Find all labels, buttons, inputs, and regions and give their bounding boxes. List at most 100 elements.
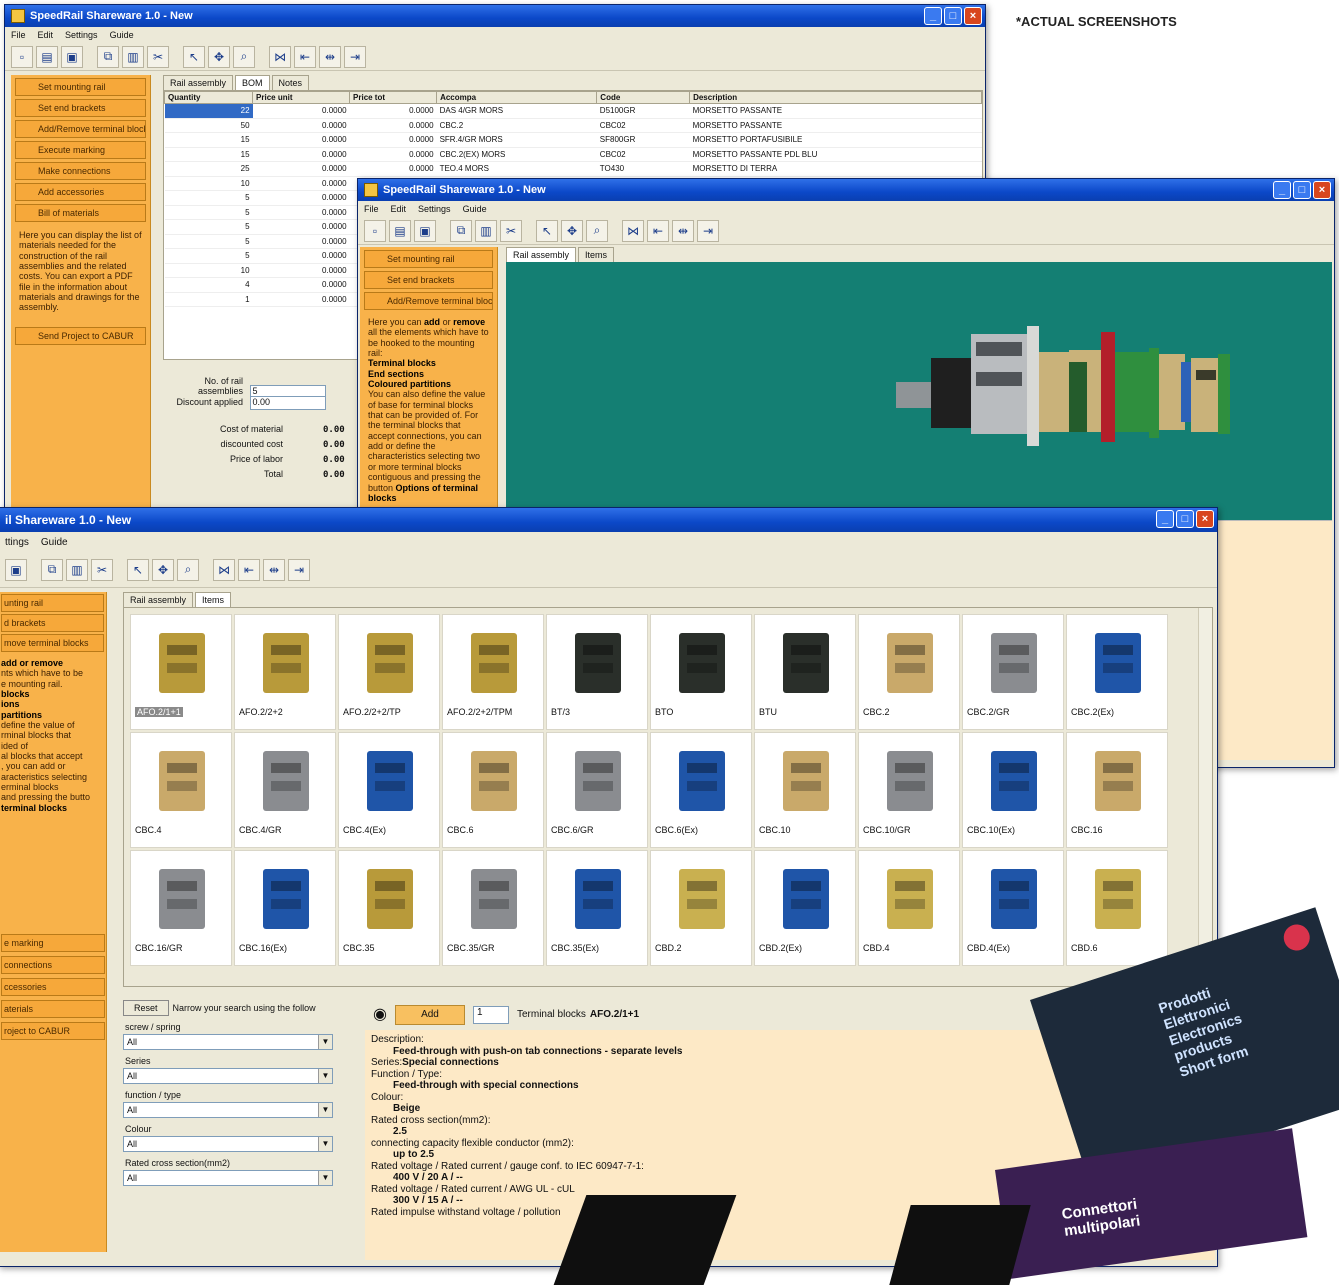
column-header[interactable]: Accompa <box>436 91 598 104</box>
close-button[interactable]: × <box>964 7 982 25</box>
sidebar-item[interactable]: unting rail <box>1 594 104 612</box>
discount-input[interactable]: 0.00 <box>249 396 326 410</box>
filter-select[interactable]: All ▼ <box>123 1102 333 1118</box>
maximize-button[interactable]: □ <box>1293 181 1311 199</box>
chevron-down-icon[interactable]: ▼ <box>318 1035 332 1049</box>
item-tile[interactable]: CBC.35 <box>338 850 440 966</box>
new-file-icon[interactable]: ▫ <box>11 45 33 68</box>
tab[interactable]: BOM <box>235 75 270 90</box>
close-button[interactable]: × <box>1313 181 1331 199</box>
item-tile[interactable]: CBC.6/GR <box>546 732 648 848</box>
sidebar-item[interactable]: ccessories <box>1 978 105 996</box>
tab[interactable]: Rail assembly <box>506 247 577 262</box>
item-tile[interactable]: CBC.4/GR <box>234 732 336 848</box>
item-tile[interactable]: CBC.10 <box>754 732 856 848</box>
paste-icon[interactable]: ▥ <box>122 45 144 68</box>
tab[interactable]: Notes <box>271 75 310 90</box>
item-tile[interactable]: BTO <box>650 614 752 730</box>
sidebar-item[interactable]: Set mounting rail <box>364 250 493 268</box>
copy-icon[interactable]: ⧉ <box>41 558 63 581</box>
pointer-icon[interactable]: ↖ <box>536 219 558 242</box>
cut-icon[interactable]: ✂ <box>147 45 169 68</box>
move-icon[interactable]: ✥ <box>152 558 174 581</box>
item-tile[interactable]: CBD.4(Ex) <box>962 850 1064 966</box>
chevron-down-icon[interactable]: ▼ <box>318 1069 332 1083</box>
menu-item[interactable]: Guide <box>41 537 68 548</box>
column-header[interactable]: Price unit <box>252 91 351 104</box>
open-file-icon[interactable]: ▤ <box>36 45 58 68</box>
table-row[interactable]: 22 0.0000 0.0000 DAS 4/GR MORS D5100GR MORSET… <box>164 103 982 119</box>
item-tile[interactable]: CBC.35(Ex) <box>546 850 648 966</box>
sidebar-item[interactable]: d brackets <box>1 614 104 632</box>
save-icon[interactable]: ▣ <box>61 45 83 68</box>
maximize-button[interactable]: □ <box>944 7 962 25</box>
chevron-down-icon[interactable]: ▼ <box>318 1171 332 1185</box>
maximize-button[interactable]: □ <box>1176 510 1194 528</box>
chevron-down-icon[interactable]: ▼ <box>318 1103 332 1117</box>
rail-center-icon[interactable]: ⇹ <box>319 45 341 68</box>
reset-button[interactable]: Reset <box>123 1000 169 1016</box>
rail-fit-icon[interactable]: ⋈ <box>622 219 644 242</box>
rail-left-icon[interactable]: ⇤ <box>647 219 669 242</box>
table-row[interactable]: 25 0.0000 0.0000 TEO.4 MORS TO430 MORSETTO DI… <box>164 161 982 177</box>
menu-item[interactable]: File <box>11 30 26 40</box>
item-tile[interactable]: CBC.16/GR <box>130 850 232 966</box>
copy-icon[interactable]: ⧉ <box>450 219 472 242</box>
save-icon[interactable]: ▣ <box>414 219 436 242</box>
rail-center-icon[interactable]: ⇹ <box>672 219 694 242</box>
pointer-icon[interactable]: ↖ <box>127 558 149 581</box>
filter-select[interactable]: All ▼ <box>123 1170 333 1186</box>
minimize-button[interactable]: _ <box>1156 510 1174 528</box>
filter-select[interactable]: All ▼ <box>123 1136 333 1152</box>
item-tile[interactable]: CBC.6(Ex) <box>650 732 752 848</box>
item-tile[interactable]: BT/3 <box>546 614 648 730</box>
tab[interactable]: Items <box>195 592 232 607</box>
save-icon[interactable]: ▣ <box>5 558 27 581</box>
rail-right-icon[interactable]: ⇥ <box>344 45 366 68</box>
pointer-icon[interactable]: ↖ <box>183 45 205 68</box>
item-tile[interactable]: CBC.4(Ex) <box>338 732 440 848</box>
sidebar-item[interactable]: Execute marking <box>15 141 146 159</box>
zoom-icon[interactable]: ⌕ <box>233 45 255 68</box>
item-tile[interactable]: CBD.2 <box>650 850 752 966</box>
zoom-icon[interactable]: ⌕ <box>177 558 199 581</box>
table-row[interactable]: 50 0.0000 0.0000 CBC.2 CBC02 MORSETTO PASSANT… <box>164 118 982 133</box>
cut-icon[interactable]: ✂ <box>500 219 522 242</box>
add-button[interactable]: Add <box>394 1005 465 1025</box>
new-file-icon[interactable]: ▫ <box>364 219 386 242</box>
menu-item[interactable]: Guide <box>110 30 134 40</box>
quantity-stepper[interactable]: 1 <box>472 1006 509 1024</box>
table-row[interactable]: 15 0.0000 0.0000 CBC.2(EX) MORS CBC02 MORSETT… <box>164 147 982 162</box>
move-icon[interactable]: ✥ <box>561 219 583 242</box>
menu-item[interactable]: Guide <box>463 204 487 214</box>
send-project-button[interactable]: Send Project to CABUR <box>15 326 146 345</box>
item-tile[interactable]: CBD.2(Ex) <box>754 850 856 966</box>
rail-fit-icon[interactable]: ⋈ <box>269 45 291 68</box>
item-tile[interactable]: AFO.2/2+2/TPM <box>442 614 544 730</box>
sidebar-item[interactable]: connections <box>1 956 105 974</box>
item-tile[interactable]: CBC.16 <box>1066 732 1168 848</box>
menu-item[interactable]: File <box>364 204 379 214</box>
copy-icon[interactable]: ⧉ <box>97 45 119 68</box>
cut-icon[interactable]: ✂ <box>91 558 113 581</box>
menu-item[interactable]: ttings <box>5 537 29 548</box>
item-tile[interactable]: CBC.10(Ex) <box>962 732 1064 848</box>
rail-left-icon[interactable]: ⇤ <box>294 45 316 68</box>
sidebar-item[interactable]: Add/Remove terminal blocks <box>15 120 146 138</box>
minimize-button[interactable]: _ <box>1273 181 1291 199</box>
item-tile[interactable]: AFO.2/2+2/TP <box>338 614 440 730</box>
item-tile[interactable]: AFO.2/2+2 <box>234 614 336 730</box>
filter-select[interactable]: All ▼ <box>123 1068 333 1084</box>
filter-select[interactable]: All ▼ <box>123 1034 333 1050</box>
open-file-icon[interactable]: ▤ <box>389 219 411 242</box>
column-header[interactable]: Description <box>689 91 982 104</box>
item-tile[interactable]: BTU <box>754 614 856 730</box>
column-header[interactable]: Price tot <box>349 91 438 104</box>
sidebar-item[interactable]: Make connections <box>15 162 146 180</box>
sidebar-item[interactable]: Set end brackets <box>364 271 493 289</box>
column-header[interactable]: Code <box>596 91 691 104</box>
rail-left-icon[interactable]: ⇤ <box>238 558 260 581</box>
sidebar-item[interactable]: Bill of materials <box>15 204 146 222</box>
column-header[interactable]: Quantity <box>164 91 254 104</box>
menu-item[interactable]: Edit <box>38 30 54 40</box>
